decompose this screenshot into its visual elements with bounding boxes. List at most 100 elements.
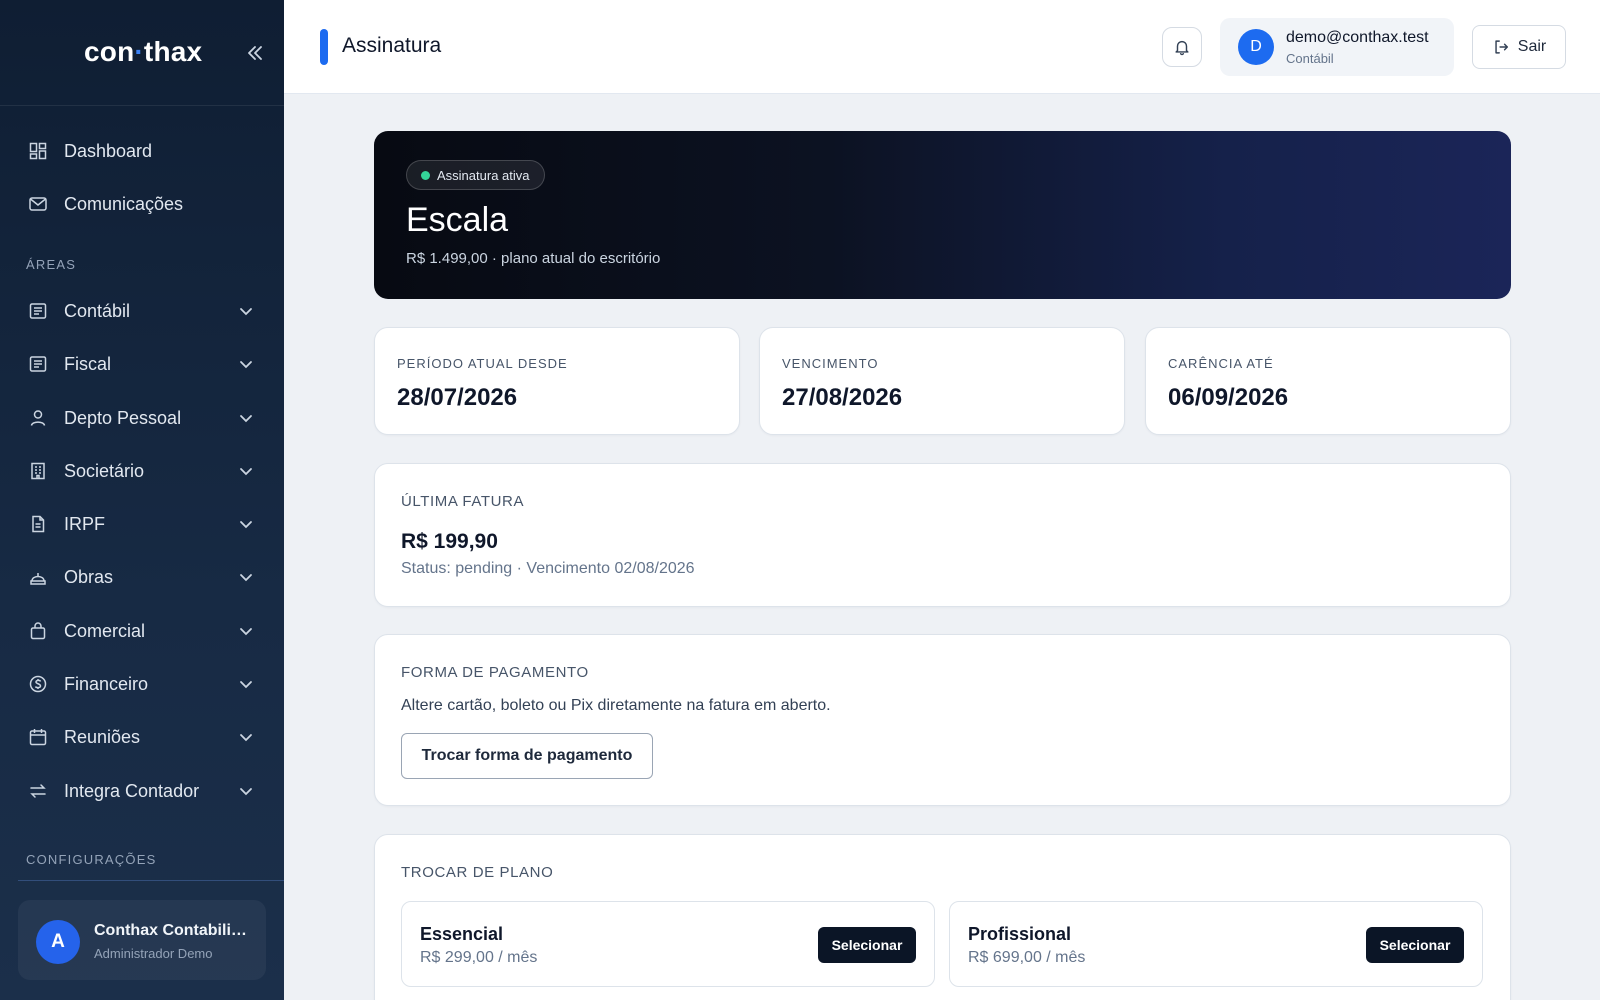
- last-invoice-amount: R$ 199,90: [401, 530, 498, 553]
- stat-card-grace-period: CARÊNCIA ATÉ 06/09/2026: [1145, 327, 1511, 435]
- title-accent-bar: [320, 29, 328, 65]
- payment-method-card: FORMA DE PAGAMENTO Altere cartão, boleto…: [374, 634, 1511, 806]
- logout-button[interactable]: Sair: [1472, 25, 1566, 69]
- sidebar-item-label: Comunicações: [64, 193, 184, 214]
- user-icon: [28, 408, 48, 428]
- chevron-down-icon: [240, 681, 252, 689]
- construction-icon: [28, 567, 48, 587]
- stat-value: 28/07/2026: [397, 384, 518, 411]
- payment-method-label: FORMA DE PAGAMENTO: [401, 664, 589, 681]
- sidebar-header: con·thax: [0, 0, 284, 106]
- sidebar-item-irpf[interactable]: IRPF: [0, 500, 284, 548]
- avatar: A: [36, 920, 80, 964]
- chevron-down-icon: [240, 734, 252, 742]
- chevron-down-icon: [240, 415, 252, 423]
- payment-method-description: Altere cartão, boleto ou Pix diretamente…: [401, 697, 831, 714]
- stat-value: 06/09/2026: [1168, 384, 1289, 411]
- sidebar: con·thax Dashboard Comunicações ÁREAS Co…: [0, 0, 284, 1000]
- sidebar-item-label: Societário: [64, 460, 145, 481]
- logout-icon: [1495, 40, 1508, 54]
- chevron-down-icon: [240, 521, 252, 529]
- sidebar-item-fiscal[interactable]: Fiscal: [0, 340, 284, 388]
- ledger-icon: [28, 301, 48, 321]
- dashboard-icon: [28, 141, 48, 161]
- sidebar-divider: [18, 880, 284, 881]
- calendar-icon: [28, 727, 48, 747]
- last-invoice-status: Status: pending · Vencimento 02/08/2026: [401, 560, 695, 577]
- sidebar-user-card[interactable]: A Conthax Contabilidade Administrador De…: [18, 900, 266, 980]
- status-badge: Assinatura ativa: [406, 160, 545, 190]
- plan-option-essencial[interactable]: Essencial R$ 299,00 / mês Selecionar: [401, 901, 935, 987]
- logo-text-right: thax: [143, 36, 203, 67]
- bell-icon: [1175, 40, 1189, 56]
- account-role: Contábil: [1286, 51, 1334, 66]
- sidebar-item-label: Comercial: [64, 620, 146, 641]
- sidebar-item-label: Dashboard: [64, 140, 153, 161]
- page-title: Assinatura: [342, 34, 442, 57]
- account-email: demo@conthax.test: [1286, 29, 1429, 46]
- plan-option-price: R$ 299,00 / mês: [420, 949, 538, 966]
- status-dot-icon: [421, 171, 430, 180]
- stat-card-due-date: VENCIMENTO 27/08/2026: [759, 327, 1125, 435]
- logo[interactable]: con·thax: [84, 36, 202, 68]
- sidebar-item-obras[interactable]: Obras: [0, 553, 284, 601]
- stat-label: PERÍODO ATUAL DESDE: [397, 356, 568, 371]
- section-label-configuracoes: CONFIGURAÇÕES: [26, 852, 157, 867]
- sidebar-item-label: Integra Contador: [64, 780, 200, 801]
- avatar: D: [1238, 29, 1274, 65]
- sidebar-item-label: Reuniões: [64, 726, 141, 747]
- currency-icon: [28, 674, 48, 694]
- chevron-down-icon: [240, 788, 252, 796]
- current-plan-name: Escala: [406, 201, 509, 239]
- logo-dot: ·: [134, 36, 144, 67]
- logout-label: Sair: [1517, 38, 1547, 55]
- change-plan-card: TROCAR DE PLANO Essencial R$ 299,00 / mê…: [374, 834, 1511, 1000]
- ledger-icon: [28, 354, 48, 374]
- select-plan-button[interactable]: Selecionar: [1366, 927, 1464, 963]
- stat-card-period: PERÍODO ATUAL DESDE 28/07/2026: [374, 327, 740, 435]
- sidebar-item-reunioes[interactable]: Reuniões: [0, 713, 284, 761]
- plan-option-profissional[interactable]: Profissional R$ 699,00 / mês Selecionar: [949, 901, 1483, 987]
- stat-value: 27/08/2026: [782, 384, 903, 411]
- bag-icon: [28, 621, 48, 641]
- stat-label: CARÊNCIA ATÉ: [1168, 356, 1274, 371]
- user-name: Conthax Contabilidade: [94, 922, 254, 939]
- user-role: Administrador Demo: [94, 946, 213, 961]
- collapse-sidebar-button[interactable]: [240, 38, 270, 68]
- chevron-down-icon: [240, 628, 252, 636]
- sidebar-item-label: Contábil: [64, 300, 131, 321]
- plan-option-price: R$ 699,00 / mês: [968, 949, 1086, 966]
- sidebar-item-societario[interactable]: Societário: [0, 447, 284, 495]
- sidebar-item-integra-contador[interactable]: Integra Contador: [0, 767, 284, 815]
- sidebar-item-financeiro[interactable]: Financeiro: [0, 660, 284, 708]
- plan-option-name: Essencial: [420, 924, 504, 944]
- change-payment-method-button[interactable]: Trocar forma de pagamento: [401, 733, 653, 779]
- sidebar-item-label: IRPF: [64, 513, 106, 534]
- chevron-down-icon: [240, 574, 252, 582]
- notifications-button[interactable]: [1162, 27, 1202, 67]
- sidebar-item-label: Financeiro: [64, 673, 149, 694]
- sidebar-item-label: Fiscal: [64, 353, 112, 374]
- sidebar-item-label: Obras: [64, 566, 114, 587]
- building-icon: [28, 461, 48, 481]
- sidebar-item-comunicacoes[interactable]: Comunicações: [0, 180, 284, 228]
- sidebar-item-comercial[interactable]: Comercial: [0, 607, 284, 655]
- document-icon: [28, 514, 48, 534]
- chevron-down-icon: [240, 468, 252, 476]
- section-label-areas: ÁREAS: [26, 257, 77, 272]
- sidebar-item-depto-pessoal[interactable]: Depto Pessoal: [0, 394, 284, 442]
- current-plan-subtitle: R$ 1.499,00 · plano atual do escritório: [406, 250, 661, 267]
- double-chevron-left-icon: [248, 46, 262, 60]
- change-plan-label: TROCAR DE PLANO: [401, 864, 554, 881]
- sidebar-item-contabil[interactable]: Contábil: [0, 287, 284, 335]
- chevron-down-icon: [240, 308, 252, 316]
- plan-option-name: Profissional: [968, 924, 1072, 944]
- select-plan-button[interactable]: Selecionar: [818, 927, 916, 963]
- chevron-down-icon: [240, 361, 252, 369]
- stat-label: VENCIMENTO: [782, 356, 879, 371]
- account-menu[interactable]: D demo@conthax.test Contábil: [1220, 18, 1454, 76]
- last-invoice-card: ÚLTIMA FATURA R$ 199,90 Status: pending …: [374, 463, 1511, 607]
- sidebar-item-dashboard[interactable]: Dashboard: [0, 127, 284, 175]
- swap-icon: [28, 781, 48, 801]
- last-invoice-label: ÚLTIMA FATURA: [401, 493, 525, 510]
